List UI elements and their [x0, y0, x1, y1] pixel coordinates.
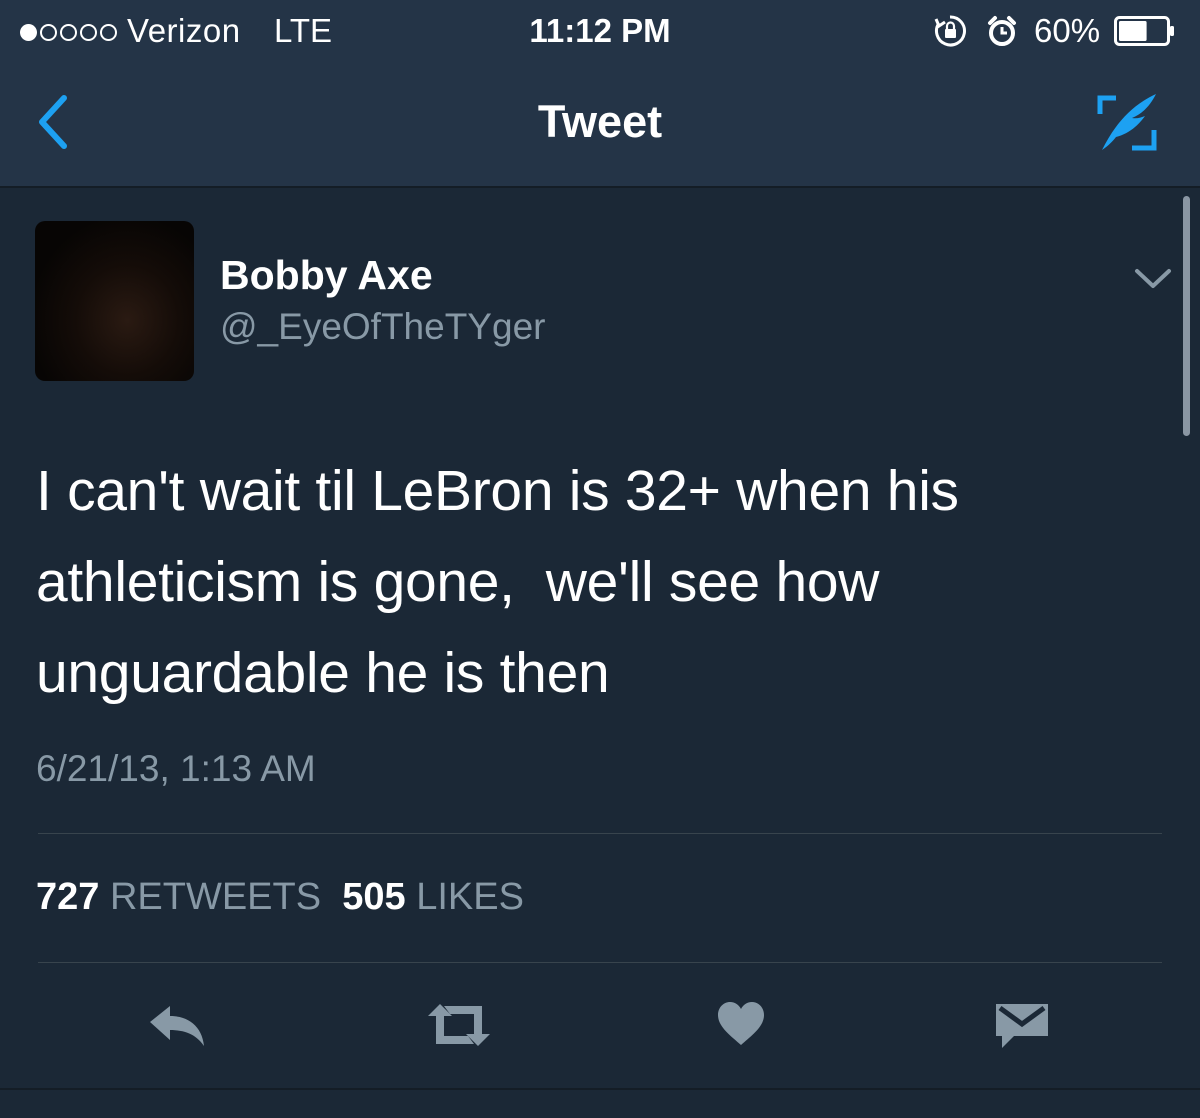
top-bar: Verizon LTE 11:12 PM 60% Tweet	[0, 0, 1200, 188]
battery-icon	[1114, 16, 1174, 46]
divider	[0, 1088, 1200, 1090]
retweet-icon[interactable]	[424, 1000, 494, 1050]
like-count[interactable]: 505	[342, 876, 405, 918]
divider	[38, 962, 1162, 963]
retweet-count[interactable]: 727	[36, 876, 99, 918]
compose-tweet-icon[interactable]	[1092, 90, 1162, 156]
alarm-icon	[988, 16, 1016, 46]
tweet-stats: 727 RETWEETS 505 LIKES	[36, 876, 524, 919]
heart-icon[interactable]	[716, 1000, 766, 1048]
retweet-label[interactable]: RETWEETS	[110, 876, 321, 918]
battery-level-fill	[1119, 21, 1147, 41]
status-bar: Verizon LTE 11:12 PM 60%	[0, 0, 1200, 62]
scrollbar[interactable]	[1183, 196, 1190, 436]
reply-icon[interactable]	[146, 1000, 208, 1050]
tweet-timestamp: 6/21/13, 1:13 AM	[36, 748, 316, 789]
tweet-text: I can't wait til LeBron is 32+ when his …	[36, 459, 975, 705]
orientation-lock-alarm-icons	[934, 15, 1016, 47]
page-title: Tweet	[537, 96, 663, 147]
divider	[38, 833, 1162, 834]
orientation-lock-icon	[934, 15, 966, 47]
like-label[interactable]: LIKES	[416, 876, 524, 918]
avatar[interactable]	[35, 221, 194, 381]
author-name[interactable]: Bobby Axe	[220, 252, 433, 299]
direct-message-icon[interactable]	[994, 1000, 1050, 1050]
navigation-bar: Tweet	[0, 62, 1200, 186]
author-handle[interactable]: @_EyeOfTheTYger	[220, 306, 545, 348]
chevron-down-icon[interactable]	[1133, 266, 1173, 292]
battery-percent: 60%	[1034, 12, 1101, 49]
